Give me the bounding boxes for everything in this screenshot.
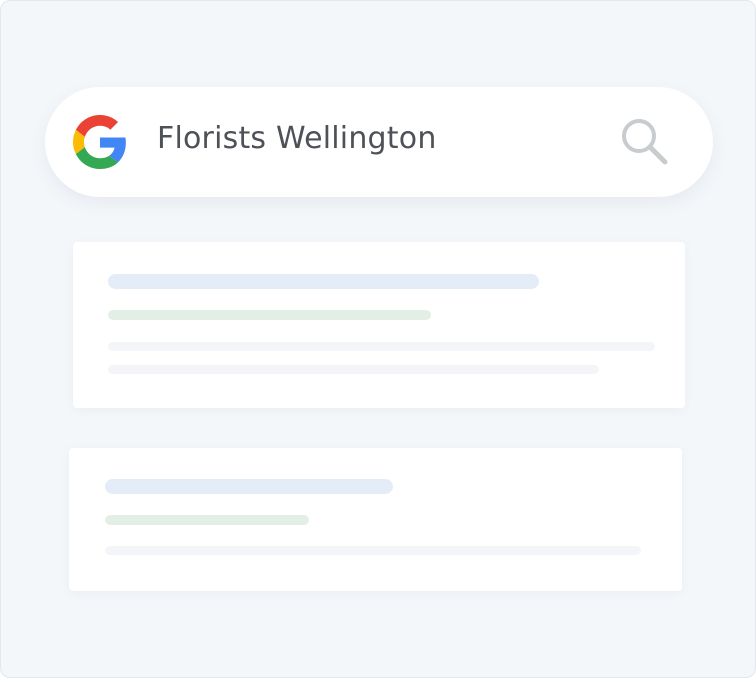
search-result-card-1[interactable] xyxy=(73,242,685,408)
result-url-placeholder xyxy=(105,515,309,525)
search-result-card-2[interactable] xyxy=(69,448,682,591)
result-snippet-line-placeholder xyxy=(105,546,641,555)
result-url-placeholder xyxy=(108,310,431,320)
search-icon[interactable] xyxy=(617,114,671,168)
illustration-frame: Florists Wellington xyxy=(0,0,756,678)
search-bar[interactable]: Florists Wellington xyxy=(45,87,713,197)
result-title-placeholder xyxy=(108,274,539,289)
result-snippet-line-placeholder xyxy=(108,365,599,374)
result-title-placeholder xyxy=(105,479,393,494)
result-snippet-line-placeholder xyxy=(108,342,655,351)
search-query-text[interactable]: Florists Wellington xyxy=(157,121,437,156)
google-logo-icon xyxy=(73,115,126,169)
